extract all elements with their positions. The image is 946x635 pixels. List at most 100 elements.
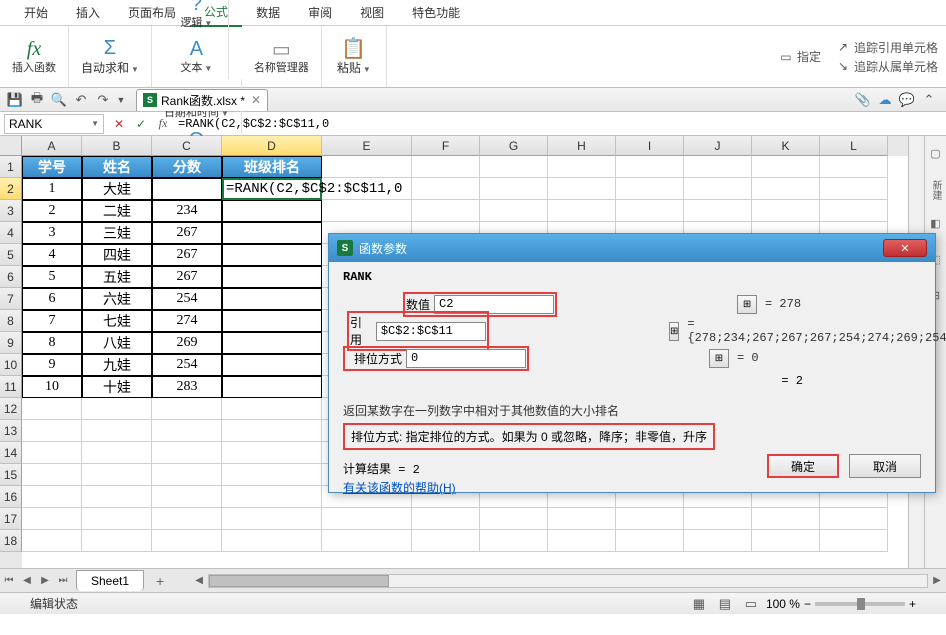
cell-D6[interactable] xyxy=(222,266,322,288)
cell-E18[interactable] xyxy=(322,530,412,552)
cell-C12[interactable] xyxy=(152,398,222,420)
cell-D4[interactable] xyxy=(222,222,322,244)
col-header-C[interactable]: C xyxy=(152,136,222,156)
feedback-icon[interactable]: 💬 xyxy=(896,90,918,110)
zoom-slider[interactable] xyxy=(815,602,905,606)
preview-icon[interactable]: 🔍 xyxy=(48,90,70,110)
cancel-button[interactable]: 取消 xyxy=(849,454,921,478)
cell-D17[interactable] xyxy=(222,508,322,530)
cell-C18[interactable] xyxy=(152,530,222,552)
cell-I18[interactable] xyxy=(616,530,684,552)
ok-button[interactable]: 确定 xyxy=(767,454,839,478)
cell-J18[interactable] xyxy=(684,530,752,552)
cell-A9[interactable]: 8 xyxy=(22,332,82,354)
last-sheet-icon[interactable]: ⏭ xyxy=(54,572,72,590)
cell-H1[interactable] xyxy=(548,156,616,178)
cell-C17[interactable] xyxy=(152,508,222,530)
text-button[interactable]: A文本▼ xyxy=(172,36,220,77)
name-box[interactable]: RANK▼ xyxy=(4,114,104,134)
help-link[interactable]: 有关该函数的帮助(H) xyxy=(343,479,456,496)
cell-E17[interactable] xyxy=(322,508,412,530)
logical-button[interactable]: ?逻辑▼ xyxy=(172,0,220,32)
cell-B5[interactable]: 四娃 xyxy=(82,244,152,266)
cell-E1[interactable] xyxy=(322,156,412,178)
trace-precedents-button[interactable]: ↗追踪引用单元格 xyxy=(831,38,942,57)
cell-C10[interactable]: 254 xyxy=(152,354,222,376)
cell-L2[interactable] xyxy=(820,178,888,200)
cell-C3[interactable]: 234 xyxy=(152,200,222,222)
name-manager-button[interactable]: ▭名称管理器 xyxy=(250,36,313,77)
collapse-ribbon-icon[interactable]: ⌃ xyxy=(918,90,940,110)
cell-J3[interactable] xyxy=(684,200,752,222)
cell-F3[interactable] xyxy=(412,200,480,222)
cell-A17[interactable] xyxy=(22,508,82,530)
cell-J17[interactable] xyxy=(684,508,752,530)
cell-I2[interactable] xyxy=(616,178,684,200)
cell-D3[interactable] xyxy=(222,200,322,222)
cell-C14[interactable] xyxy=(152,442,222,464)
cell-F18[interactable] xyxy=(412,530,480,552)
cell-H17[interactable] xyxy=(548,508,616,530)
new-doc-icon[interactable]: ▢ xyxy=(927,144,945,162)
cell-H3[interactable] xyxy=(548,200,616,222)
ribbon-tab-4[interactable]: 数据 xyxy=(242,0,294,26)
cell-A14[interactable] xyxy=(22,442,82,464)
row-header-11[interactable]: 11 xyxy=(0,376,22,398)
close-tab-icon[interactable]: ✕ xyxy=(251,93,261,107)
clip-icon[interactable]: 📎 xyxy=(852,90,874,110)
view-normal-icon[interactable]: ▦ xyxy=(688,594,710,614)
cell-B12[interactable] xyxy=(82,398,152,420)
cell-E3[interactable] xyxy=(322,200,412,222)
cell-G2[interactable] xyxy=(480,178,548,200)
cell-D15[interactable] xyxy=(222,464,322,486)
cloud-icon[interactable]: ☁ xyxy=(874,90,896,110)
print-icon[interactable]: 🖶 xyxy=(26,90,48,110)
cell-B7[interactable]: 六娃 xyxy=(82,288,152,310)
cell-A16[interactable] xyxy=(22,486,82,508)
row-header-5[interactable]: 5 xyxy=(0,244,22,266)
row-header-2[interactable]: 2 xyxy=(0,178,22,200)
dialog-titlebar[interactable]: S 函数参数 ✕ xyxy=(329,234,935,262)
ribbon-tab-7[interactable]: 特色功能 xyxy=(398,0,474,26)
style-icon[interactable]: ◧ xyxy=(927,214,945,232)
cell-B13[interactable] xyxy=(82,420,152,442)
cell-A15[interactable] xyxy=(22,464,82,486)
row-header-15[interactable]: 15 xyxy=(0,464,22,486)
cell-L3[interactable] xyxy=(820,200,888,222)
cell-C7[interactable]: 254 xyxy=(152,288,222,310)
row-header-14[interactable]: 14 xyxy=(0,442,22,464)
cell-A13[interactable] xyxy=(22,420,82,442)
cell-B8[interactable]: 七娃 xyxy=(82,310,152,332)
cell-F1[interactable] xyxy=(412,156,480,178)
define-name-button[interactable]: ▭指定 xyxy=(774,47,825,66)
cell-D10[interactable] xyxy=(222,354,322,376)
cell-B10[interactable]: 九娃 xyxy=(82,354,152,376)
row-header-9[interactable]: 9 xyxy=(0,332,22,354)
view-break-icon[interactable]: ▭ xyxy=(740,594,762,614)
view-page-icon[interactable]: ▤ xyxy=(714,594,736,614)
col-header-A[interactable]: A xyxy=(22,136,82,156)
col-header-F[interactable]: F xyxy=(412,136,480,156)
ribbon-tab-6[interactable]: 视图 xyxy=(346,0,398,26)
zoom-out-icon[interactable]: − xyxy=(804,597,811,611)
cell-K17[interactable] xyxy=(752,508,820,530)
horizontal-scrollbar[interactable] xyxy=(208,574,928,588)
ref-select-button-1[interactable]: ⊞ xyxy=(669,322,679,341)
cell-B15[interactable] xyxy=(82,464,152,486)
cell-K3[interactable] xyxy=(752,200,820,222)
cell-C13[interactable] xyxy=(152,420,222,442)
fx-icon[interactable]: fx xyxy=(152,114,174,134)
cell-F2[interactable] xyxy=(412,178,480,200)
ribbon-tab-0[interactable]: 开始 xyxy=(10,0,62,26)
row-header-17[interactable]: 17 xyxy=(0,508,22,530)
accept-formula-icon[interactable]: ✓ xyxy=(130,114,152,134)
cell-D12[interactable] xyxy=(222,398,322,420)
cell-B16[interactable] xyxy=(82,486,152,508)
cell-L1[interactable] xyxy=(820,156,888,178)
col-header-L[interactable]: L xyxy=(820,136,888,156)
cell-B17[interactable] xyxy=(82,508,152,530)
first-sheet-icon[interactable]: ⏮ xyxy=(0,572,18,590)
cell-C4[interactable]: 267 xyxy=(152,222,222,244)
add-sheet-icon[interactable]: + xyxy=(150,571,170,591)
row-header-6[interactable]: 6 xyxy=(0,266,22,288)
